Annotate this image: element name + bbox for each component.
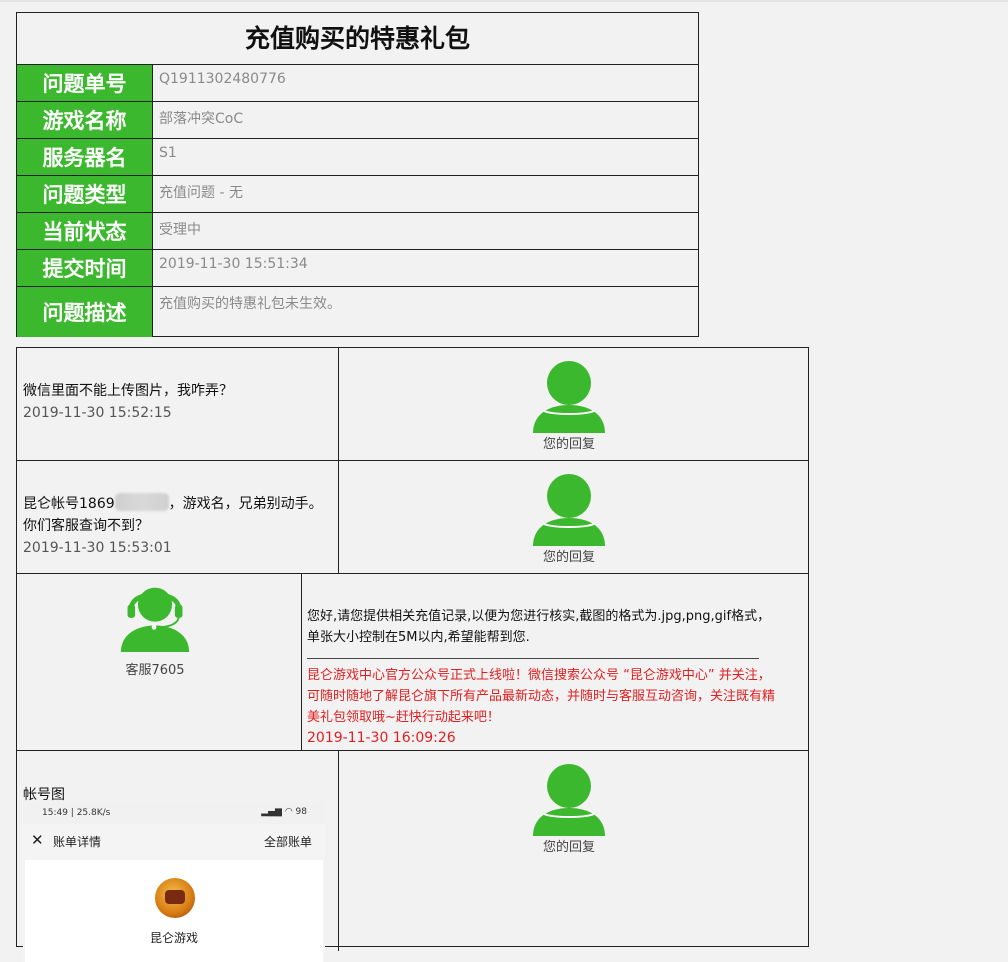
user-avatar-icon: [533, 764, 605, 836]
value-game-name: 部落冲突CoC: [159, 111, 244, 127]
value-issue-type: 充值问题 - 无: [159, 185, 243, 201]
game-name: 昆仑游戏: [149, 931, 198, 945]
reply-caption: 您的回复: [542, 550, 595, 565]
label-issue-type: 问题类型: [17, 176, 153, 212]
reply-time: 2019-11-30 16:09:26: [307, 730, 456, 746]
label-status: 当前状态: [17, 213, 153, 249]
value-submit-time: 2019-11-30 15:51:34: [159, 256, 308, 272]
label-server-name: 服务器名: [17, 139, 153, 175]
attached-screenshot[interactable]: 15:49 | 25.8K/s ▂▄▆ ◠ 98 ✕ 账单详情 全部账单 昆仑游…: [23, 802, 325, 962]
label-game-name: 游戏名称: [17, 102, 153, 138]
value-ticket-number: Q1911302480776: [159, 71, 286, 87]
reply-caption: 您的回复: [542, 840, 595, 855]
nav-all-bills: 全部账单: [263, 835, 312, 849]
message-time: 2019-11-30 15:52:15: [23, 405, 172, 421]
label-description: 问题描述: [17, 287, 153, 337]
customer-service-avatar-icon: [120, 587, 190, 652]
row-ticket-number: 问题单号 Q1911302480776: [17, 65, 698, 102]
value-description: 充值购买的特惠礼包未生效。: [159, 296, 341, 312]
row-server-name: 服务器名 S1: [17, 139, 698, 176]
value-server-name: S1: [159, 145, 177, 161]
bill-card: 昆仑游戏: [25, 860, 323, 962]
reply-caption: 您的回复: [542, 437, 595, 452]
row-submit-time: 提交时间 2019-11-30 15:51:34: [17, 250, 698, 287]
nav-title: 账单详情: [53, 835, 102, 849]
message-time: 2019-11-30 15:53:01: [23, 540, 172, 556]
user-message: 昆仑帐号1869 ，游戏名，兄弟别动手。你们客服查询不到？ 2019-11-30 …: [23, 493, 328, 559]
ticket-title: 充值购买的特惠礼包: [17, 13, 698, 65]
user-avatar-icon: [533, 474, 605, 546]
top-border: [0, 0, 1008, 2]
divider: [17, 750, 808, 751]
close-icon: ✕: [31, 831, 44, 849]
row-game-name: 游戏名称 部落冲突CoC: [17, 102, 698, 139]
status-right: ▂▄▆ ◠ 98: [261, 807, 307, 817]
official-notice: 昆仑游戏中心官方公众号正式上线啦！微信搜索公众号 “昆仑游戏中心” 并关注，可随…: [307, 668, 776, 725]
game-logo-icon: [155, 878, 195, 918]
message-text-before: 昆仑帐号1869: [23, 496, 115, 512]
divider: [338, 751, 339, 951]
redacted-blur: [114, 493, 169, 511]
divider: [338, 461, 339, 573]
user-avatar-icon: [533, 361, 605, 433]
agent-reply: 您好,请您提供相关充值记录,以便为您进行核实,截图的格式为.jpg,png,gi…: [307, 606, 782, 749]
row-description: 问题描述 充值购买的特惠礼包未生效。: [17, 287, 698, 337]
agent-reply-text: 您好,请您提供相关充值记录,以便为您进行核实,截图的格式为.jpg,png,gi…: [307, 609, 771, 645]
value-status: 受理中: [159, 222, 201, 238]
agent-name: 客服7605: [125, 663, 185, 678]
user-message: 微信里面不能上传图片，我咋弄？ 2019-11-30 15:52:15: [23, 380, 323, 424]
phone-nav-bar: ✕ 账单详情 全部账单: [23, 824, 325, 858]
ticket-info-table: 充值购买的特惠礼包 问题单号 Q1911302480776 游戏名称 部落冲突C…: [16, 12, 699, 337]
conversation-table: 微信里面不能上传图片，我咋弄？ 2019-11-30 15:52:15 您的回复…: [16, 347, 809, 962]
label-submit-time: 提交时间: [17, 250, 153, 286]
divider: [338, 348, 339, 460]
battery-level: 98: [295, 807, 307, 817]
divider: [301, 574, 302, 750]
divider: [17, 573, 808, 574]
phone-status-bar: 15:49 | 25.8K/s ▂▄▆ ◠ 98: [23, 802, 325, 824]
divider: [17, 460, 808, 461]
status-left: 15:49 | 25.8K/s: [42, 808, 111, 818]
message-text: 微信里面不能上传图片，我咋弄？: [23, 383, 233, 399]
row-issue-type: 问题类型 充值问题 - 无: [17, 176, 698, 213]
reply-divider: [307, 658, 759, 659]
label-ticket-number: 问题单号: [17, 65, 153, 101]
row-status: 当前状态 受理中: [17, 213, 698, 250]
